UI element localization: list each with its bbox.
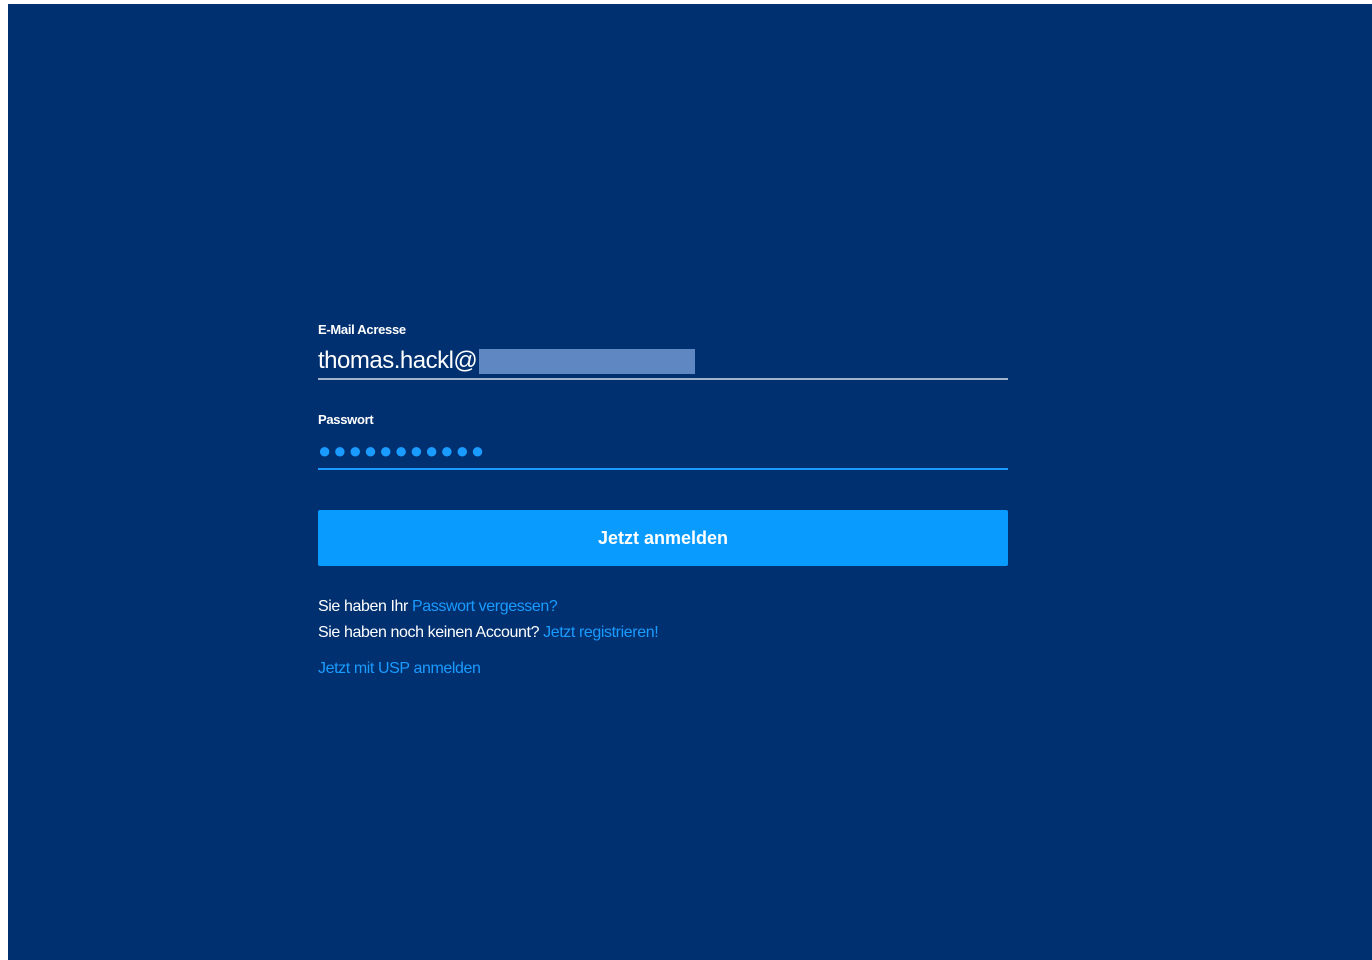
forgot-password-line: Sie haben Ihr Passwort vergessen? <box>318 594 1008 620</box>
login-button[interactable]: Jetzt anmelden <box>318 510 1008 566</box>
usp-login-link[interactable]: Jetzt mit USP anmelden <box>318 660 481 677</box>
login-form: E-Mail Acresse thomas.hackl@ Passwort ●●… <box>318 322 1008 682</box>
help-links: Sie haben Ihr Passwort vergessen? Sie ha… <box>318 594 1008 646</box>
email-value: thomas.hackl@ <box>318 347 478 374</box>
register-line: Sie haben noch keinen Account? Jetzt reg… <box>318 620 1008 646</box>
email-redacted-block <box>479 348 696 374</box>
email-field[interactable]: thomas.hackl@ <box>318 344 1008 380</box>
register-link[interactable]: Jetzt registrieren! <box>543 624 659 641</box>
forgot-password-link[interactable]: Passwort vergessen? <box>412 598 558 615</box>
email-label: E-Mail Acresse <box>318 322 406 337</box>
usp-line: Jetzt mit USP anmelden <box>318 656 1008 682</box>
password-field[interactable]: ●●●●●●●●●●● <box>318 434 1008 470</box>
password-label: Passwort <box>318 412 374 427</box>
password-mask: ●●●●●●●●●●● <box>318 438 487 463</box>
register-prefix: Sie haben noch keinen Account? <box>318 624 540 641</box>
login-screen: E-Mail Acresse thomas.hackl@ Passwort ●●… <box>8 4 1372 960</box>
forgot-password-prefix: Sie haben Ihr <box>318 598 408 615</box>
